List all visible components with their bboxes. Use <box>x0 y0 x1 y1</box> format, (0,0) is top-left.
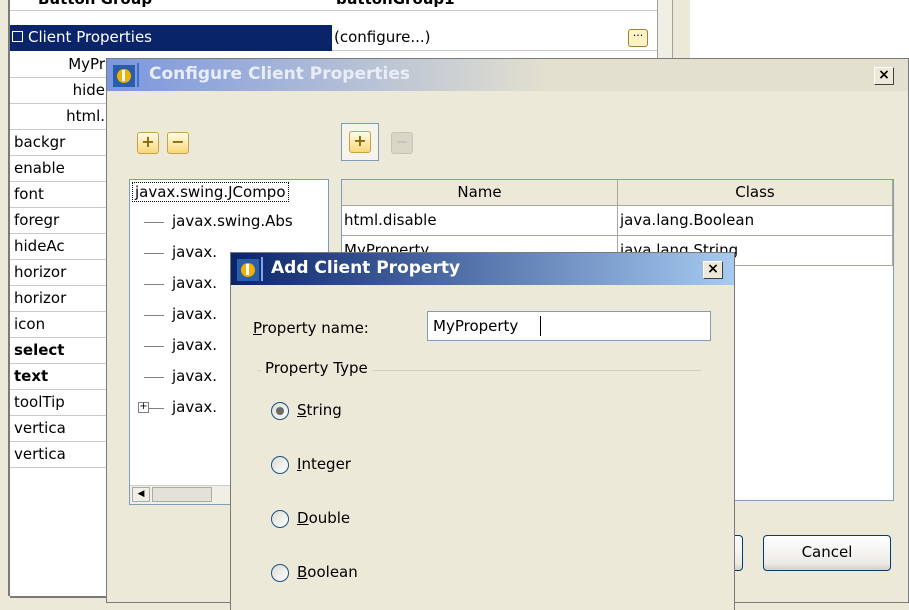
tree-node-label: javax. <box>172 367 218 385</box>
cancel-button-label: Cancel <box>801 543 853 561</box>
column-header-class[interactable]: Class <box>618 180 893 206</box>
client-properties-label: Client Properties <box>28 28 152 46</box>
java-app-icon <box>237 259 259 281</box>
tree-node[interactable]: javax.swing.Abs <box>130 210 328 236</box>
tree-node-label: javax. <box>172 274 218 292</box>
title-divider <box>261 257 263 281</box>
radio-mnemonic: B <box>297 563 308 581</box>
tree-node-label: javax. <box>172 243 218 261</box>
remove-class-button[interactable]: − <box>167 132 189 154</box>
tree-connector <box>144 315 164 316</box>
radio-mnemonic: S <box>297 401 307 419</box>
button-group-row[interactable]: Button Group <box>10 0 332 11</box>
tree-node-label: javax.swing.Abs <box>172 212 293 230</box>
collapse-toggle-icon[interactable] <box>12 31 23 42</box>
radio-mnemonic: D <box>297 509 309 527</box>
property-name-label-rest: roperty name: <box>261 319 369 337</box>
radio-label: Double <box>297 509 350 527</box>
radio-button-icon[interactable] <box>271 402 289 420</box>
property-row-name: hide <box>72 81 105 99</box>
tree-root-node[interactable]: javax.swing.JCompo <box>132 182 289 202</box>
add-class-button[interactable]: + <box>137 132 159 154</box>
radio-button-icon[interactable] <box>271 564 289 582</box>
button-group-value-text: buttonGroup1 <box>336 0 455 8</box>
tree-node-label: javax. <box>172 305 218 323</box>
column-header-name[interactable]: Name <box>342 180 618 206</box>
radio-label: Boolean <box>297 563 358 581</box>
tree-node-label: javax. <box>172 398 218 416</box>
add-title-bar[interactable]: Add Client Property × <box>231 253 734 285</box>
column-header-class-text: Class <box>735 183 775 201</box>
radio-label: Integer <box>297 455 351 473</box>
add-client-property-dialog: Add Client Property × Property name: MyP… <box>230 252 735 610</box>
remove-property-button[interactable]: − <box>391 132 413 154</box>
client-properties-value-text: (configure...) <box>334 28 431 46</box>
radio-label-rest: nteger <box>301 455 351 473</box>
text-caret <box>540 316 541 336</box>
property-type-group-label: Property Type <box>261 359 372 377</box>
scroll-thumb[interactable] <box>152 487 212 502</box>
radio-label-rest: ouble <box>308 509 351 527</box>
table-cell-name[interactable]: html.disable <box>342 206 618 236</box>
button-group-label: Button Group <box>38 0 152 8</box>
button-group-value[interactable]: buttonGroup1 <box>332 0 657 11</box>
tree-connector <box>144 377 164 378</box>
property-name-label: Property name: <box>253 319 369 337</box>
tree-node-label: javax. <box>172 336 218 354</box>
java-app-icon <box>113 65 135 87</box>
tree-connector <box>144 222 164 223</box>
table-cell-class[interactable]: java.lang.Boolean <box>618 206 893 236</box>
title-divider <box>137 63 139 87</box>
add-property-button[interactable]: + <box>349 131 371 153</box>
tree-connector <box>144 346 164 347</box>
column-header-name-text: Name <box>457 183 502 201</box>
tree-connector <box>144 284 164 285</box>
configure-title-bar[interactable]: Configure Client Properties × <box>107 59 908 91</box>
radio-label-rest: tring <box>306 401 342 419</box>
property-name-mnemonic: P <box>253 319 262 337</box>
radio-label: String <box>297 401 342 419</box>
configure-close-button[interactable]: × <box>874 67 894 85</box>
radio-label-rest: oolean <box>307 563 358 581</box>
cancel-button[interactable]: Cancel <box>763 535 891 571</box>
property-row-name: MyPr <box>68 55 105 73</box>
tree-root-label: javax.swing.JCompo <box>135 183 286 201</box>
add-property-button-frame[interactable]: + <box>341 123 379 161</box>
radio-button-icon[interactable] <box>271 510 289 528</box>
property-row-name: html. <box>66 107 105 125</box>
configure-dialog-title: Configure Client Properties <box>149 64 410 84</box>
property-name-field[interactable]: MyProperty <box>427 311 711 341</box>
editor-area <box>690 0 909 58</box>
add-dialog-title: Add Client Property <box>271 258 461 278</box>
ellipsis-button[interactable]: ··· <box>628 29 648 47</box>
client-properties-row[interactable]: Client Properties <box>10 25 332 51</box>
client-properties-value[interactable]: (configure...) ··· <box>332 25 657 51</box>
add-close-button[interactable]: × <box>703 261 723 279</box>
tree-connector <box>144 253 164 254</box>
expand-node-icon[interactable]: + <box>138 402 149 413</box>
property-name-value: MyProperty <box>433 317 519 335</box>
radio-button-icon[interactable] <box>271 456 289 474</box>
scroll-left-arrow-icon[interactable]: ◀ <box>132 487 150 502</box>
